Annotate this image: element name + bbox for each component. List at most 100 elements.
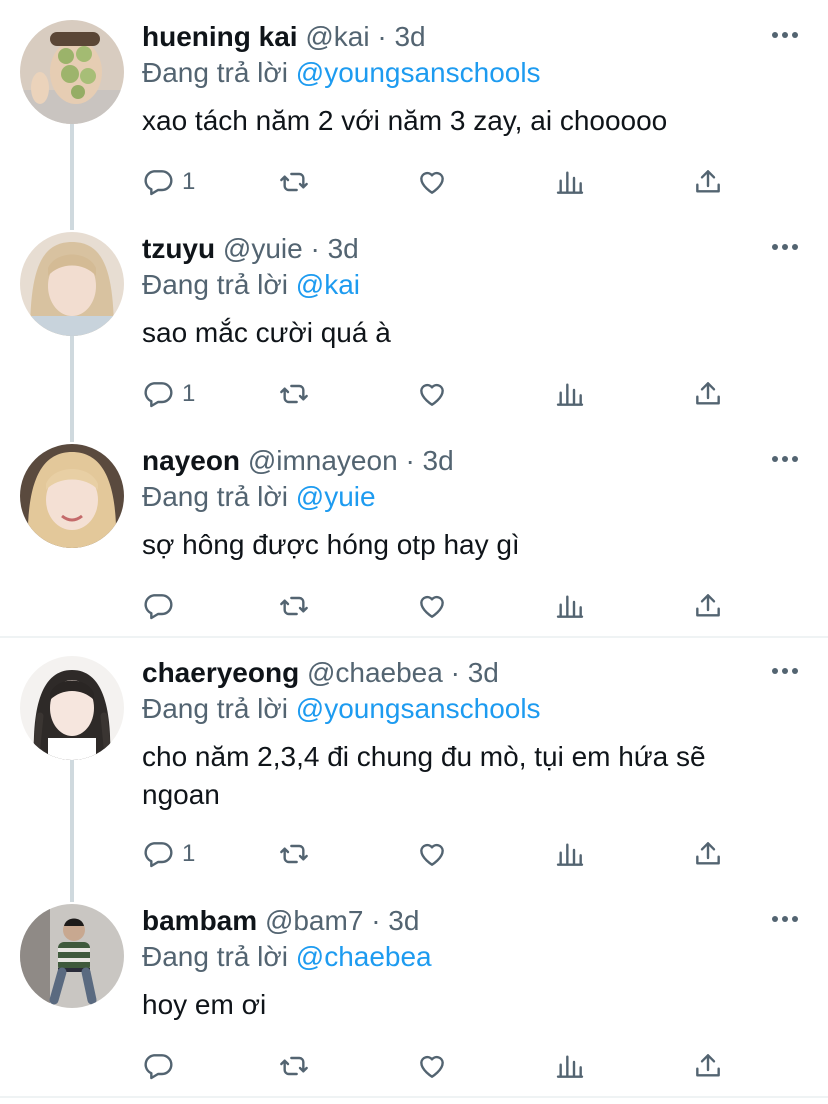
- retweet-button[interactable]: [278, 1046, 310, 1086]
- username[interactable]: @imnayeon: [248, 445, 398, 476]
- separator-dot: ·: [405, 445, 415, 476]
- display-name[interactable]: huening kai: [142, 21, 298, 52]
- retweet-button[interactable]: [278, 834, 310, 874]
- mention-link[interactable]: @chaebea: [296, 941, 432, 972]
- reply-bubble-icon: [144, 842, 173, 868]
- display-name[interactable]: chaeryeong: [142, 657, 299, 688]
- avatar[interactable]: [20, 232, 124, 336]
- mention-link[interactable]: @youngsanschools: [296, 693, 541, 724]
- analytics-bars-icon: [556, 383, 584, 406]
- timestamp[interactable]: 3d: [423, 445, 454, 476]
- username[interactable]: @chaebea: [307, 657, 443, 688]
- share-upload-icon: [696, 594, 720, 617]
- action-bar: 1: [142, 162, 742, 202]
- reply-button[interactable]: [142, 1046, 182, 1086]
- reply-button[interactable]: 1: [142, 162, 195, 202]
- reply-bubble-icon: [144, 594, 173, 620]
- share-button[interactable]: [692, 1046, 724, 1086]
- replying-to: Đang trả lời @chaebea: [142, 938, 432, 976]
- display-name[interactable]: tzuyu: [142, 233, 215, 264]
- retweet-icon: [280, 172, 308, 192]
- avatar[interactable]: [20, 904, 124, 1008]
- separator-dot: ·: [450, 657, 460, 688]
- analytics-bars-icon: [556, 171, 584, 194]
- timestamp[interactable]: 3d: [328, 233, 359, 264]
- share-button[interactable]: [692, 834, 724, 874]
- retweet-button[interactable]: [278, 586, 310, 626]
- like-button[interactable]: [416, 1046, 448, 1086]
- heart-icon: [420, 595, 444, 618]
- reply-button[interactable]: [142, 586, 182, 626]
- mention-link[interactable]: @kai: [296, 269, 360, 300]
- share-upload-icon: [696, 382, 720, 405]
- tweet[interactable]: bambam @bam7 · 3d Đang trả lời @chaebea …: [0, 884, 828, 1096]
- analytics-button[interactable]: [554, 834, 586, 874]
- reply-bubble-icon: [144, 1054, 173, 1080]
- avatar[interactable]: [20, 656, 124, 760]
- separator-dot: ·: [310, 233, 320, 264]
- tweet[interactable]: chaeryeong @chaebea · 3d Đang trả lời @y…: [0, 636, 828, 884]
- reply-button[interactable]: 1: [142, 374, 195, 414]
- analytics-bars-icon: [556, 595, 584, 618]
- tweet[interactable]: nayeon @imnayeon · 3d Đang trả lời @yuie…: [0, 424, 828, 636]
- reply-button[interactable]: 1: [142, 834, 195, 874]
- tweet-header: bambam @bam7 · 3d: [142, 902, 419, 940]
- analytics-button[interactable]: [554, 162, 586, 202]
- more-dots-icon[interactable]: [772, 904, 798, 934]
- mention-link[interactable]: @youngsanschools: [296, 57, 541, 88]
- reply-count: 1: [182, 380, 196, 407]
- reply-count: 1: [182, 168, 196, 195]
- retweet-icon: [280, 1056, 308, 1076]
- more-dots-icon[interactable]: [772, 444, 798, 474]
- more-dots-icon[interactable]: [772, 232, 798, 262]
- avatar-image: [20, 20, 124, 124]
- analytics-bars-icon: [556, 1055, 584, 1078]
- avatar-image: [20, 232, 124, 336]
- share-button[interactable]: [692, 374, 724, 414]
- heart-icon: [420, 383, 444, 406]
- retweet-button[interactable]: [278, 374, 310, 414]
- analytics-button[interactable]: [554, 1046, 586, 1086]
- tweet[interactable]: tzuyu @yuie · 3d Đang trả lời @kai sao m…: [0, 212, 828, 424]
- display-name[interactable]: nayeon: [142, 445, 240, 476]
- tweet[interactable]: huening kai @kai · 3d Đang trả lời @youn…: [0, 0, 828, 212]
- replying-to-label: Đang trả lời: [142, 481, 288, 512]
- tweet-text: cho năm 2,3,4 đi chung đu mò, tụi em hứa…: [142, 741, 706, 810]
- tweet-header: huening kai @kai · 3d: [142, 18, 426, 56]
- tweet-text: hoy em ơi: [142, 989, 267, 1020]
- timestamp[interactable]: 3d: [468, 657, 499, 688]
- avatar[interactable]: [20, 444, 124, 548]
- avatar-image: [20, 904, 124, 1008]
- more-dots-icon[interactable]: [772, 656, 798, 686]
- separator-dot: ·: [371, 905, 381, 936]
- retweet-button[interactable]: [278, 162, 310, 202]
- like-button[interactable]: [416, 162, 448, 202]
- username[interactable]: @bam7: [265, 905, 363, 936]
- tweet-text: sao mắc cười quá à: [142, 317, 391, 348]
- analytics-button[interactable]: [554, 374, 586, 414]
- analytics-button[interactable]: [554, 586, 586, 626]
- retweet-icon: [280, 844, 308, 864]
- analytics-bars-icon: [556, 843, 584, 866]
- share-button[interactable]: [692, 162, 724, 202]
- like-button[interactable]: [416, 834, 448, 874]
- like-button[interactable]: [416, 586, 448, 626]
- tweet-header: tzuyu @yuie · 3d: [142, 230, 359, 268]
- bottom-divider: [0, 1096, 828, 1098]
- share-button[interactable]: [692, 586, 724, 626]
- reply-bubble-icon: [144, 382, 173, 408]
- display-name[interactable]: bambam: [142, 905, 257, 936]
- share-upload-icon: [696, 170, 720, 193]
- more-dots-icon[interactable]: [772, 20, 798, 50]
- username[interactable]: @kai: [305, 21, 369, 52]
- replying-to: Đang trả lời @kai: [142, 266, 360, 304]
- tweet-header: chaeryeong @chaebea · 3d: [142, 654, 499, 692]
- action-bar: 1: [142, 834, 742, 874]
- timestamp[interactable]: 3d: [394, 21, 425, 52]
- username[interactable]: @yuie: [223, 233, 303, 264]
- avatar[interactable]: [20, 20, 124, 124]
- mention-link[interactable]: @yuie: [296, 481, 376, 512]
- like-button[interactable]: [416, 374, 448, 414]
- heart-icon: [420, 843, 444, 866]
- timestamp[interactable]: 3d: [388, 905, 419, 936]
